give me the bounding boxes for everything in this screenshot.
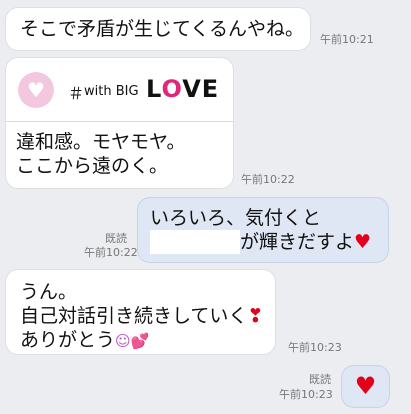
card-love-logo: LOVE — [146, 75, 220, 103]
message-line: が輝きだすよ♥ — [150, 230, 388, 254]
message-line: 自己対話引き続きしていく❣ — [20, 305, 264, 327]
message-text: そこで矛盾が生じてくるんやね。 — [20, 18, 305, 40]
heart-emoji: ♥ — [354, 231, 372, 253]
message-bubble-2[interactable]: ♥ ＃ with BIG LOVE 違和感。モヤモヤ。 ここから遠のく。 — [6, 58, 233, 188]
message-bubble-4[interactable]: うん。 自己対話引き続きしていく❣ ありがとう☺💕 — [6, 270, 275, 354]
heart-exclamation-emoji: ❣ — [247, 305, 264, 327]
message-time: 午前10:23 — [279, 388, 333, 401]
message-time: 午前10:22 — [84, 246, 138, 259]
message-time: 午前10:22 — [241, 173, 295, 186]
heart-emoji: ♥ — [354, 372, 377, 400]
smile-emoji: ☺ — [115, 332, 131, 350]
redacted-text — [150, 230, 240, 254]
message-time: 午前10:21 — [320, 33, 374, 46]
message-bubble-1[interactable]: そこで矛盾が生じてくるんやね。 — [6, 8, 310, 50]
message-line: ここから遠のく。 — [16, 155, 169, 177]
heart-icon: ♥ — [18, 72, 54, 108]
hashtag-symbol: ＃ — [68, 84, 85, 103]
card-with-big-text: with BIG — [84, 84, 139, 99]
message-time: 午前10:23 — [288, 341, 342, 354]
read-receipt: 既読 — [105, 232, 127, 245]
message-line: いろいろ、気付くと — [150, 207, 322, 229]
message-bubble-5[interactable]: ♥ — [342, 366, 389, 407]
link-card-header[interactable]: ♥ ＃ with BIG LOVE — [6, 58, 233, 122]
two-hearts-emoji: 💕 — [130, 332, 150, 350]
message-line: うん。 — [20, 281, 78, 303]
read-receipt: 既読 — [309, 373, 331, 386]
message-bubble-3[interactable]: いろいろ、気付くと が輝きだすよ♥ — [138, 198, 388, 262]
message-line: ありがとう☺💕 — [20, 329, 150, 351]
message-line: 違和感。モヤモヤ。 — [16, 131, 186, 153]
